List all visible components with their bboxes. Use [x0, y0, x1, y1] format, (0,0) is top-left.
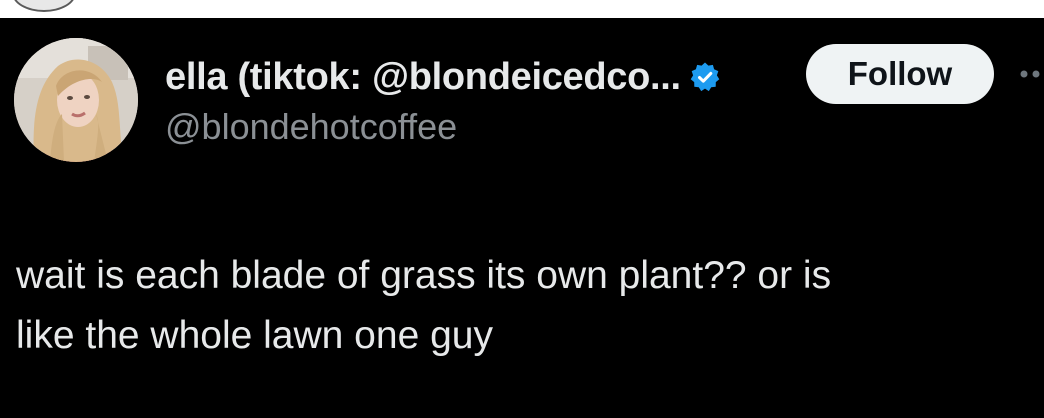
tweet-text: wait is each blade of grass its own plan…: [16, 254, 832, 357]
author-display-name[interactable]: ella (tiktok: @blondeicedco...: [165, 56, 681, 99]
author-handle[interactable]: @blondehotcoffee: [165, 106, 457, 148]
more-options-icon[interactable]: [1018, 64, 1044, 84]
verified-badge-icon: [689, 61, 721, 93]
follow-button[interactable]: Follow: [806, 44, 994, 104]
author-name-row: ella (tiktok: @blondeicedco...: [165, 52, 721, 102]
avatar[interactable]: [14, 38, 138, 162]
profile-photo-icon: [14, 38, 138, 162]
tweet-card: ella (tiktok: @blondeicedco... @blondeho…: [0, 18, 1044, 418]
previous-avatar-fragment: [12, 0, 76, 12]
previous-post-fragment: [0, 0, 1044, 18]
